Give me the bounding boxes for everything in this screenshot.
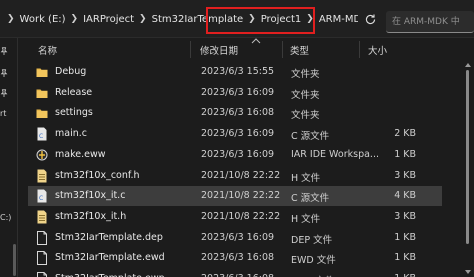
file-row[interactable]: stm32f10x_it.h 2021/10/8 22:22 H 文件 3 KB (28, 207, 442, 227)
column-divider[interactable] (282, 41, 283, 58)
generic-file-icon (36, 251, 48, 266)
search-input[interactable] (392, 14, 474, 30)
column-size[interactable]: 大小 (368, 43, 387, 57)
column-divider[interactable] (190, 41, 191, 58)
file-name: settings (55, 107, 93, 119)
file-type: DEP 文件 (291, 234, 333, 246)
file-name: stm32f10x_conf.h (55, 169, 140, 181)
h-file-icon (36, 169, 48, 183)
column-modified[interactable]: 修改日期 (200, 43, 238, 57)
file-modified: 2023/6/3 15:55 (201, 66, 275, 77)
scroll-down-icon[interactable] (465, 269, 471, 275)
chevron-right-icon[interactable]: ❯ (7, 14, 15, 24)
scroll-up-icon[interactable] (465, 62, 471, 68)
sidebar-item-drive-c[interactable]: C:) (0, 210, 18, 224)
file-type: C 源文件 (291, 131, 330, 143)
file-size: 2 KB (394, 128, 416, 140)
file-modified: 2021/10/8 22:22 (201, 190, 281, 202)
breadcrumb-iarproject[interactable]: IARProject (83, 14, 134, 25)
folder-icon (36, 106, 48, 120)
file-type: C 源文件 (291, 193, 330, 205)
sidebar-scrollbar[interactable] (13, 244, 16, 276)
file-modified: 2021/10/8 22:22 (201, 210, 281, 222)
file-size: 1 KB (394, 231, 416, 243)
file-modified: 2023/6/3 16:09 (201, 231, 275, 243)
file-type: 文件夹 (291, 110, 320, 122)
file-row[interactable]: settings 2023/6/3 16:08 文件夹 (28, 103, 442, 123)
red-highlight-box (206, 7, 315, 34)
file-size: 3 KB (394, 210, 416, 222)
file-type: H 文件 (291, 213, 321, 225)
file-name: stm32f10x_it.h (55, 210, 127, 222)
file-type: 文件夹 (291, 69, 320, 80)
file-modified: 2021/10/8 22:22 (201, 169, 281, 181)
generic-file-icon (36, 230, 48, 245)
file-type: H 文件 (291, 172, 321, 184)
refresh-icon (365, 13, 375, 24)
file-name: main.c (55, 128, 87, 140)
file-name: Debug (55, 66, 87, 77)
file-modified: 2023/6/3 16:09 (201, 148, 275, 160)
scrollbar-thumb[interactable] (466, 70, 469, 244)
file-name: Release (55, 86, 93, 98)
file-name: Stm32IarTemplate.dep (55, 231, 163, 243)
pin-icon[interactable] (0, 86, 18, 100)
chevron-right-icon[interactable]: ❯ (139, 14, 147, 24)
folder-icon (36, 86, 48, 100)
column-name[interactable]: 名称 (38, 43, 57, 57)
c-file-icon: C (36, 127, 48, 141)
column-divider[interactable] (359, 41, 360, 58)
file-row[interactable]: Release 2023/6/3 16:09 文件夹 (28, 83, 442, 103)
file-modified: 2023/6/3 16:08 (201, 273, 274, 277)
file-type: EWP 文件 (291, 273, 334, 277)
file-size: 3 KB (394, 169, 416, 181)
column-type[interactable]: 类型 (290, 43, 309, 57)
file-name: stm32f10x_it.c (55, 190, 126, 202)
sort-up-icon (251, 38, 261, 44)
file-size: 1 KB (356, 273, 416, 277)
column-header: 名称 修改日期 类型 大小 (19, 38, 474, 60)
file-size: 1 KB (394, 252, 416, 264)
sidebar-item-label[interactable]: rt (0, 106, 18, 120)
refresh-button[interactable] (360, 9, 380, 29)
pin-icon[interactable] (0, 44, 18, 58)
svg-text:C: C (39, 195, 43, 202)
file-size: 1 KB (394, 148, 416, 160)
c-file-icon: C (36, 189, 48, 203)
breadcrumb-arm-mdk[interactable]: ARM-MDK (319, 14, 358, 25)
file-row[interactable]: Debug 2023/6/3 15:55 文件夹 (28, 62, 442, 82)
vertical-scrollbar[interactable] (465, 60, 471, 277)
file-row[interactable]: stm32f10x_conf.h 2021/10/8 22:22 H 文件 3 KB (28, 166, 442, 186)
search-box[interactable] (386, 11, 474, 33)
file-name: Stm32IarTemplate.ewp (55, 273, 165, 277)
breadcrumb-drive[interactable]: Work (E:) (20, 14, 66, 25)
file-row[interactable]: Stm32IarTemplate.dep 2023/6/3 16:09 DEP 文件… (28, 228, 442, 248)
file-modified: 2023/6/3 16:08 (201, 252, 275, 264)
file-row[interactable]: make.eww 2023/6/3 16:09 IAR IDE Workspa...… (28, 145, 442, 165)
address-bar: ❯ Work (E:) ❯ IARProject ❯ Stm32IarTempl… (0, 0, 474, 38)
pin-icon[interactable] (0, 66, 18, 80)
svg-text:C: C (39, 133, 43, 140)
file-row[interactable]: Cstm32f10x_it.c 2021/10/8 22:22 C 源文件 4 KB (28, 186, 442, 207)
file-row[interactable]: Stm32IarTemplate.ewd 2023/6/3 16:08 EWD 文件… (28, 248, 442, 268)
file-modified: 2023/6/3 16:08 (201, 107, 275, 119)
file-modified: 2023/6/3 16:09 (201, 128, 275, 140)
folder-icon (36, 65, 48, 79)
file-row[interactable]: Cmain.c 2023/6/3 16:09 C 源文件 2 KB (28, 124, 442, 144)
file-modified: 2023/6/3 16:09 (201, 86, 275, 98)
file-row[interactable]: Stm32IarTemplate.ewp 2023/6/3 16:08 EWP 文件… (28, 269, 442, 277)
generic-file-icon (36, 272, 48, 277)
file-name: Stm32IarTemplate.ewd (55, 252, 165, 264)
navigation-pane: rt C:) (0, 38, 18, 277)
file-size: 4 KB (394, 190, 416, 202)
h-file-icon (36, 210, 48, 224)
file-name: make.eww (55, 148, 106, 160)
file-type: 文件夹 (291, 89, 320, 101)
iar-workspace-icon (36, 148, 48, 162)
chevron-right-icon[interactable]: ❯ (71, 14, 79, 24)
file-type: EWD 文件 (291, 255, 336, 267)
